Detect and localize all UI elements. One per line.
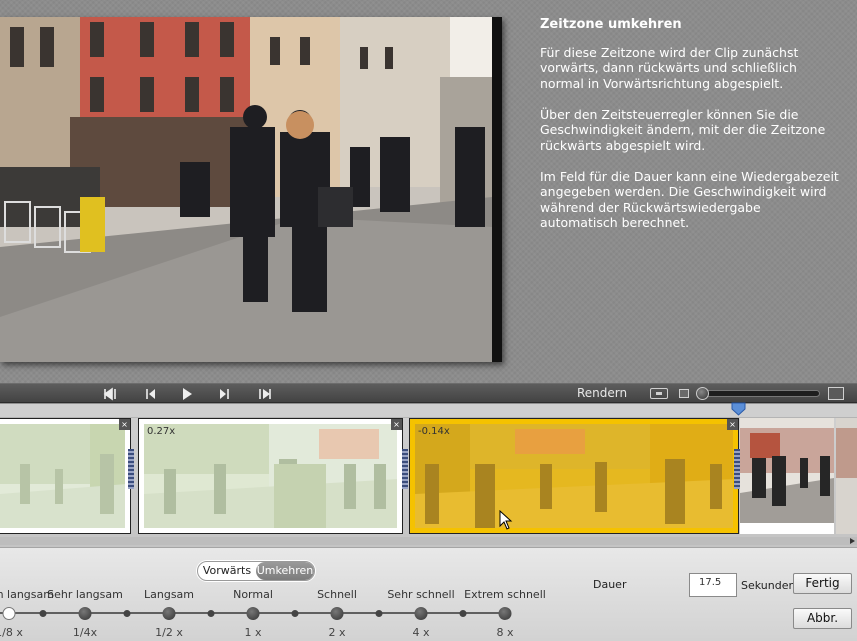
render-button[interactable]: Rendern (577, 386, 627, 400)
clip-thumbnail (0, 424, 125, 528)
clip-speed-label: -0.14x (418, 426, 450, 437)
zoom-slider-track[interactable] (700, 390, 820, 397)
timeline-clip[interactable]: × (0, 418, 131, 534)
selected-timeline-clip[interactable]: -0.14x × (409, 418, 739, 534)
speed-value-label: 2 x (328, 626, 346, 639)
clip-seam-handle[interactable] (734, 449, 740, 489)
direction-toggle: Vorwärts Umkehren (197, 561, 315, 581)
speed-stop[interactable] (246, 607, 260, 620)
timeline-clip[interactable]: 0.27x × (138, 418, 403, 534)
speed-stop[interactable] (414, 607, 428, 620)
speed-name-label: Normal (233, 588, 273, 601)
preview-area: Zeitzone umkehren Für diese Zeitzone wir… (0, 0, 857, 383)
speed-stop[interactable] (498, 607, 512, 620)
speed-stop-selected[interactable] (2, 607, 16, 620)
info-title: Zeitzone umkehren (540, 17, 682, 32)
transport-bar: Rendern (0, 383, 857, 403)
clip-thumbnail (144, 424, 397, 528)
speed-stop[interactable] (78, 607, 92, 620)
speed-name-label: Extrem schnell (464, 588, 546, 601)
speed-substop[interactable] (375, 610, 383, 617)
speed-substop[interactable] (39, 610, 47, 617)
speed-value-label: 1/4x (72, 626, 98, 639)
clip-seam-handle[interactable] (402, 449, 408, 489)
info-paragraph-1: Für diese Zeitzone wird der Clip zunächs… (540, 44, 799, 91)
speed-name-label: Extrem langsam (0, 588, 54, 601)
clip-close-icon[interactable]: × (119, 419, 130, 430)
done-button[interactable]: Fertig (793, 573, 852, 594)
speed-substop[interactable] (459, 610, 467, 617)
cancel-button[interactable]: Abbr. (793, 608, 852, 629)
mouse-cursor-icon (499, 510, 513, 530)
playhead-icon[interactable] (731, 402, 746, 416)
speed-value-label: 1 x (244, 626, 262, 639)
forward-toggle-button[interactable]: Vorwärts (198, 562, 256, 580)
clip-close-icon[interactable]: × (391, 419, 402, 430)
video-frame-image (0, 17, 492, 362)
info-paragraph-3: Im Feld für die Dauer kann eine Wiederga… (540, 168, 839, 231)
clip-thumbnail (415, 424, 733, 528)
speed-substop[interactable] (291, 610, 299, 617)
clip-thumbnail (836, 418, 857, 534)
zoom-out-icon[interactable] (679, 389, 689, 398)
step-forward-button[interactable] (217, 386, 233, 402)
timeline-ruler[interactable] (0, 404, 857, 418)
speed-name-label: Langsam (143, 588, 195, 601)
play-icon (183, 388, 192, 400)
duration-label: Dauer (593, 578, 627, 591)
step-forward-icon (220, 389, 229, 399)
zoom-fit-icon[interactable] (650, 388, 668, 399)
speed-name-label: Schnell (317, 588, 357, 601)
clip-thumbnail (740, 418, 834, 534)
zoom-slider-handle[interactable] (696, 387, 709, 400)
zoom-in-icon[interactable] (828, 387, 844, 400)
speed-name-label: Sehr schnell (387, 588, 455, 601)
speed-value-label: 8 x (496, 626, 514, 639)
speed-name-label: Sehr langsam (47, 588, 123, 601)
clip-speed-label: 0.27x (147, 426, 176, 437)
step-back-icon (146, 389, 155, 399)
play-button[interactable] (179, 386, 195, 402)
speed-substop[interactable] (123, 610, 131, 617)
speed-value-label: 4 x (412, 626, 430, 639)
timeline-clip[interactable] (836, 418, 857, 534)
go-to-end-icon (259, 389, 271, 399)
info-paragraph-2: Über den Zeitsteuerregler können Sie die… (540, 106, 826, 153)
clip-seam-handle[interactable] (128, 449, 134, 489)
speed-value-label: 1/2 x (155, 626, 183, 639)
timeline[interactable]: × 0.27x × -0.14x × (0, 402, 857, 547)
seconds-label: Sekunden (741, 579, 796, 592)
speed-value-label: 1/8 x (0, 626, 23, 639)
go-to-end-button[interactable] (257, 386, 273, 402)
speed-substop[interactable] (207, 610, 215, 617)
timeline-scrollbar[interactable] (0, 537, 857, 545)
duration-input[interactable]: 17.5 (689, 573, 737, 597)
speed-stop[interactable] (330, 607, 344, 620)
step-back-button[interactable] (142, 386, 158, 402)
go-to-start-icon (103, 387, 116, 401)
video-preview[interactable] (0, 17, 502, 362)
speed-stop[interactable] (162, 607, 176, 620)
timeline-clip[interactable] (740, 418, 834, 534)
reverse-toggle-button[interactable]: Umkehren (256, 562, 314, 580)
clip-close-icon[interactable]: × (727, 419, 738, 430)
info-panel: Zeitzone umkehren Für diese Zeitzone wir… (540, 17, 840, 246)
go-to-start-button[interactable] (102, 386, 118, 402)
speed-controls-panel: Vorwärts Umkehren Extrem langsam Sehr la… (0, 547, 857, 641)
